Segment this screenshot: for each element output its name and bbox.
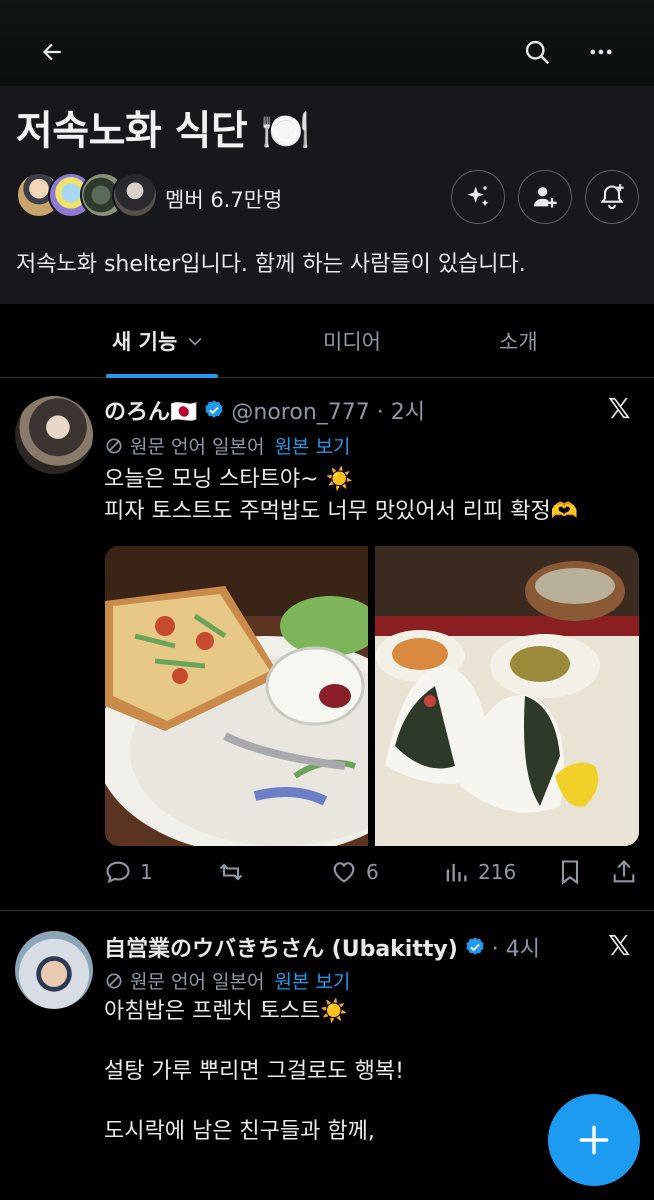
more-horizontal-icon bbox=[590, 49, 612, 55]
sparkle-icon bbox=[467, 185, 489, 207]
search-button[interactable] bbox=[515, 30, 559, 74]
views-button[interactable]: 216 bbox=[442, 858, 516, 886]
post-text-line: 아침밥은 프렌치 토스트☀️ bbox=[104, 999, 348, 1024]
reply-count: 1 bbox=[140, 860, 153, 884]
search-icon bbox=[525, 40, 549, 64]
member-avatars[interactable] bbox=[16, 172, 158, 220]
post-time: · 4시 bbox=[491, 937, 541, 962]
join-community-button[interactable] bbox=[518, 170, 572, 224]
avatar[interactable] bbox=[15, 396, 93, 474]
handle-and-time: @noron_777 · 2시 bbox=[231, 400, 425, 425]
post-text-line: 피자 토스트도 주먹밥도 너무 맛있어서 리피 확정🫶 bbox=[104, 499, 579, 524]
community-title: 저속노화 식단 🍽️ bbox=[16, 108, 310, 154]
repost-button[interactable] bbox=[216, 858, 254, 886]
display-name[interactable]: のろん🇯🇵 bbox=[104, 394, 197, 426]
community-description: 저속노화 shelter입니다. 함께 하는 사람들이 있습니다. bbox=[16, 252, 526, 277]
post-text-line: 오늘은 모닝 스타트야~ ☀️ bbox=[104, 467, 353, 492]
post-header: のろん🇯🇵 @noron_777 · 2시 bbox=[104, 394, 425, 426]
more-button[interactable] bbox=[579, 30, 623, 74]
translate-icon bbox=[106, 438, 122, 453]
plus-icon bbox=[579, 1125, 609, 1155]
tab-media[interactable]: 미디어 bbox=[323, 326, 381, 356]
share-icon bbox=[613, 860, 635, 883]
heart-icon bbox=[333, 862, 355, 883]
share-button[interactable] bbox=[610, 858, 638, 886]
x-logo-icon: 𝕏 bbox=[608, 929, 631, 962]
like-button[interactable]: 6 bbox=[330, 858, 379, 886]
translation-row: 원문 언어 일본어 원본 보기 bbox=[104, 967, 350, 994]
post-text: 아침밥은 프렌치 토스트☀️ 설탕 가루 뿌리면 그걸로도 행복! 도시락에 남… bbox=[104, 997, 404, 1147]
post-text-line bbox=[104, 1027, 404, 1057]
chevron-down-icon bbox=[188, 337, 202, 346]
compose-post-button[interactable] bbox=[548, 1094, 640, 1186]
tab-about[interactable]: 소개 bbox=[499, 326, 538, 356]
translation-note: 원문 언어 일본어 bbox=[130, 436, 265, 458]
post-image-pizza-toast[interactable] bbox=[105, 546, 368, 846]
repost-icon bbox=[219, 863, 243, 881]
post-actions: 1 6 216 bbox=[104, 858, 638, 892]
member-count[interactable]: 멤버 6.7만명 bbox=[165, 184, 282, 214]
tab-new-features[interactable]: 새 기능 bbox=[112, 326, 205, 356]
post-text: 오늘은 모닝 스타트야~ ☀️ 피자 토스트도 주먹밥도 너무 맛있어서 리피 … bbox=[104, 464, 578, 528]
post-text-line bbox=[104, 1087, 404, 1117]
x-logo-icon: 𝕏 bbox=[608, 392, 631, 425]
translation-row: 원문 언어 일본어 원본 보기 bbox=[104, 432, 350, 459]
post-text-line: 도시락에 남은 친구들과 함께, bbox=[104, 1119, 375, 1144]
top-bar bbox=[0, 0, 654, 86]
reply-button[interactable]: 1 bbox=[104, 858, 153, 886]
post-media bbox=[105, 546, 639, 846]
display-name[interactable]: 自営業のウバきちさん (Ubakitty) bbox=[104, 931, 458, 963]
pizza-toast-photo bbox=[105, 546, 368, 846]
add-user-icon bbox=[533, 187, 557, 208]
show-original-link[interactable]: 원본 보기 bbox=[274, 967, 350, 994]
reply-icon bbox=[106, 861, 130, 884]
notification-button[interactable] bbox=[585, 170, 639, 224]
translate-icon bbox=[106, 973, 122, 988]
view-count: 216 bbox=[478, 860, 517, 884]
bookmark-button[interactable] bbox=[556, 858, 584, 886]
verified-badge-icon bbox=[466, 937, 484, 955]
post-text-line: 설탕 가루 뿌리면 그걸로도 행복! bbox=[104, 1059, 404, 1084]
arrow-left-icon bbox=[42, 43, 61, 61]
bar-chart-icon bbox=[446, 863, 467, 882]
translation-note: 원문 언어 일본어 bbox=[130, 971, 265, 993]
onigiri-photo bbox=[375, 546, 639, 846]
avatar bbox=[112, 172, 158, 218]
community-tabs: 새 기능 미디어 소개 bbox=[0, 304, 654, 378]
community-sparkle-button[interactable] bbox=[451, 170, 505, 224]
tab-label: 새 기능 bbox=[112, 330, 178, 354]
avatar[interactable] bbox=[15, 931, 93, 1009]
bell-plus-icon bbox=[600, 184, 624, 210]
bookmark-icon bbox=[561, 860, 579, 885]
verified-badge-icon bbox=[205, 400, 224, 418]
post-header: 自営業のウバきちさん (Ubakitty) · 4시 bbox=[104, 931, 540, 963]
show-original-link[interactable]: 원본 보기 bbox=[274, 432, 350, 459]
community-header: 저속노화 식단 🍽️ 멤버 6.7만명 저속노화 shelter입니다. 함께 … bbox=[0, 86, 654, 304]
back-button[interactable] bbox=[30, 30, 74, 74]
post-image-onigiri[interactable] bbox=[375, 546, 639, 846]
like-count: 6 bbox=[366, 860, 379, 884]
